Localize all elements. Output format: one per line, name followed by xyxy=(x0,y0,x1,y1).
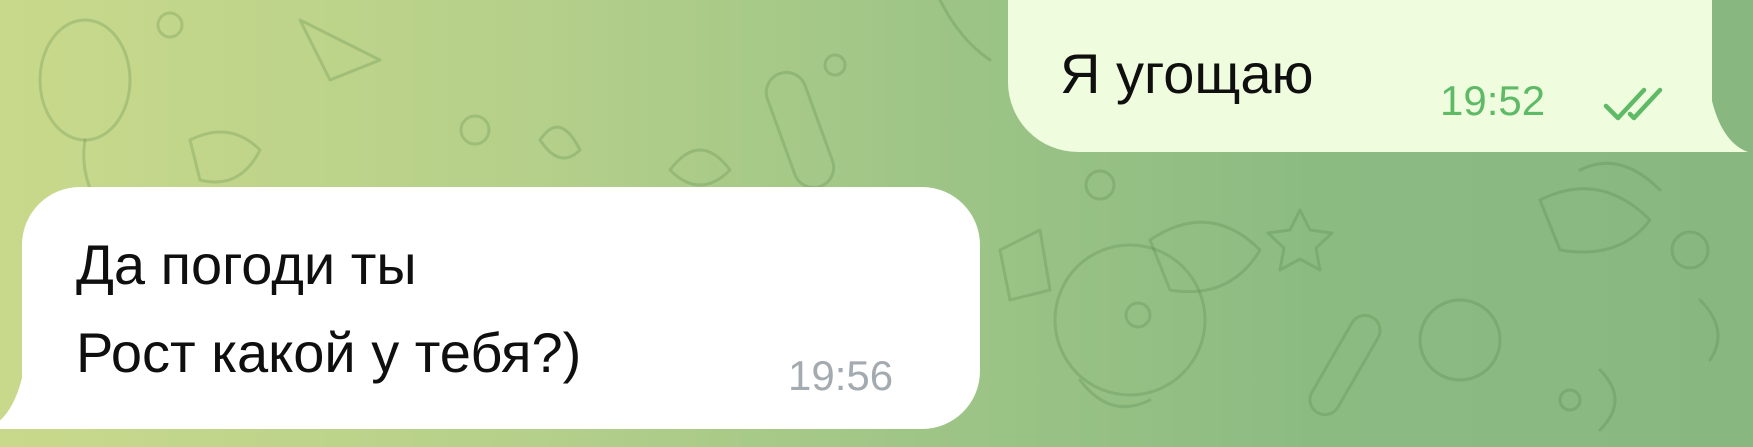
message-text-line-1: Да погоди ты xyxy=(76,233,417,296)
message-time: 19:56 xyxy=(788,352,894,399)
double-check-icon xyxy=(1603,87,1663,121)
message-text-line-2: Рост какой у тебя?) xyxy=(76,321,582,384)
bubble-tail xyxy=(1690,92,1748,152)
bubble-tail xyxy=(0,369,44,429)
incoming-message-bubble[interactable]: Да погоди ты Рост какой у тебя?) 19:56 xyxy=(0,187,980,429)
message-text: Я угощаю xyxy=(1060,42,1314,105)
message-time: 19:52 xyxy=(1440,77,1546,124)
outgoing-message-bubble[interactable]: Я угощаю 19:52 xyxy=(1008,0,1748,152)
